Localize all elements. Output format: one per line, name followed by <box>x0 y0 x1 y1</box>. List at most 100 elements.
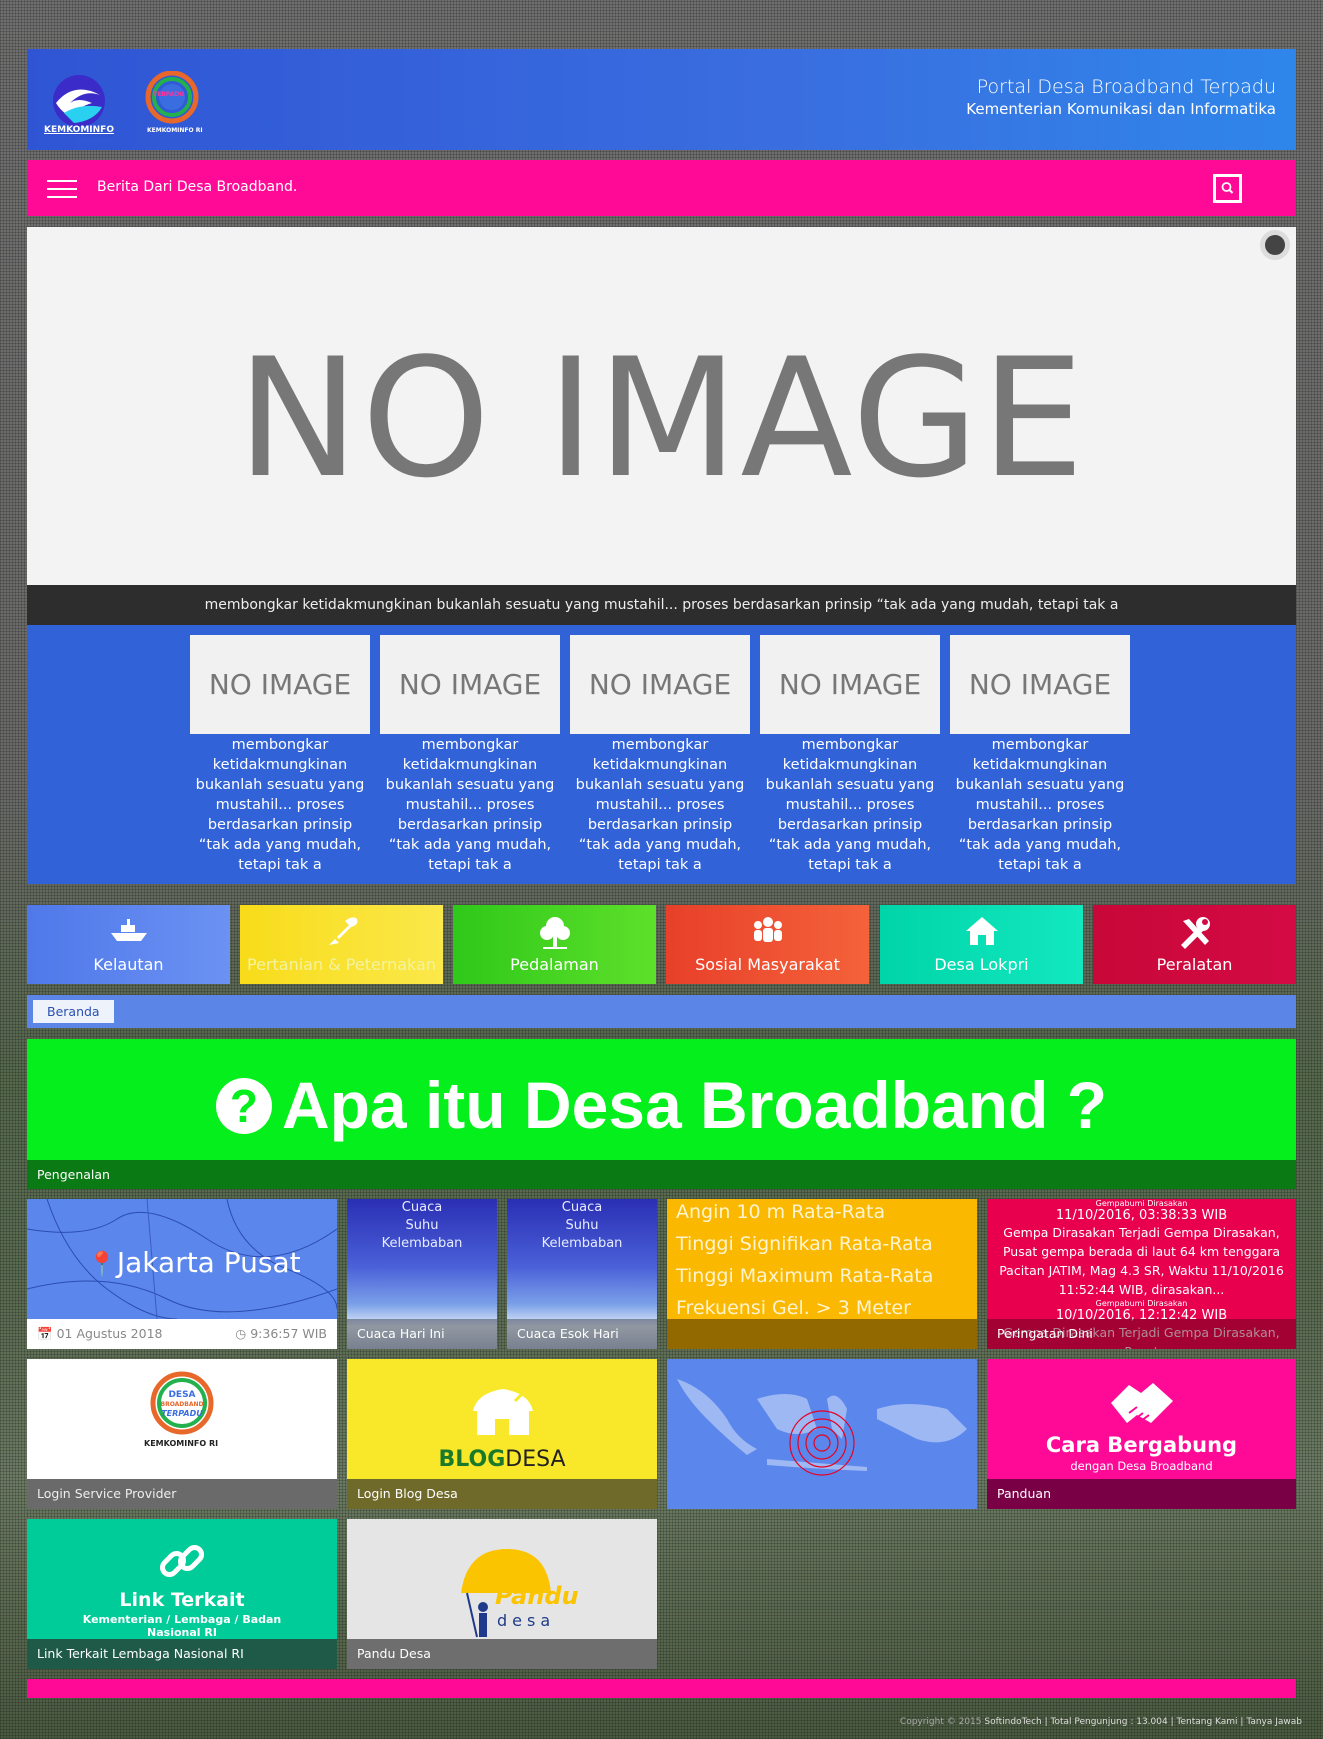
about-link[interactable]: Tentang Kami <box>1176 1717 1237 1727</box>
site-title-block: Portal Desa Broadband Terpadu Kementeria… <box>966 76 1276 118</box>
weather-line: Cuaca <box>401 1200 443 1215</box>
handshake-icon <box>1111 1383 1173 1423</box>
tools-icon <box>1093 915 1296 953</box>
weather-today-tile[interactable]: Cuaca Suhu Kelembaban Cuaca Hari Ini <box>347 1199 497 1349</box>
kominfo-logo[interactable]: KEMKOMINFO <box>44 73 114 137</box>
blog-logo-rest: DESA <box>505 1447 566 1472</box>
wave-line: Tinggi Signifikan Rata-Rata <box>676 1233 933 1255</box>
earthquake-tile[interactable]: Gempabumi Dirasakan 11/10/2016, 03:38:33… <box>987 1199 1296 1349</box>
slider-toggle-icon[interactable] <box>1260 230 1290 260</box>
join-subtitle: dengan Desa Broadband <box>1070 1459 1213 1473</box>
service-provider-tile[interactable]: DESA BROADBAND TERPADU KEMKOMINFO RI Log… <box>27 1359 337 1509</box>
clock-icon: ◷ <box>235 1326 247 1341</box>
tree-icon <box>453 915 656 953</box>
shovel-icon <box>240 915 443 953</box>
hero-caption[interactable]: membongkar ketidakmungkinan bukanlah ses… <box>27 585 1296 625</box>
news-thumb[interactable]: NO IMAGE membongkar ketidakmungkinan buk… <box>570 635 750 875</box>
service-provider-label: Login Service Provider <box>27 1479 337 1509</box>
pandu-logo-text: Pandu <box>495 1582 579 1610</box>
question-circle-icon: ? <box>215 1078 272 1134</box>
news-thumb[interactable]: NO IMAGE membongkar ketidakmungkinan buk… <box>760 635 940 875</box>
category-desa-lokpri[interactable]: Desa Lokpri <box>880 905 1083 984</box>
blog-logo-bold: BLOG <box>438 1447 506 1472</box>
thumb-text: membongkar ketidakmungkinan bukanlah ses… <box>575 737 745 873</box>
logo-line: DESA <box>168 1390 196 1400</box>
people-icon <box>666 915 869 953</box>
terpadu-logo[interactable]: TERPADU KEMKOMINFO RI <box>139 70 205 137</box>
copyright-text: Copyright © 2015 <box>899 1717 982 1727</box>
map-pin-icon: 📍 <box>87 1250 117 1278</box>
site-title: Portal Desa Broadband Terpadu <box>976 76 1276 98</box>
current-time: 9:36:57 WIB <box>250 1326 327 1341</box>
thumb-image-placeholder: NO IMAGE <box>950 635 1130 734</box>
logo-line: TERPADU <box>161 1409 203 1418</box>
links-label: Link Terkait Lembaga Nasional RI <box>27 1639 337 1669</box>
news-ticker[interactable]: Berita Dari Desa Broadband. <box>97 179 297 195</box>
blog-house-icon <box>473 1389 533 1435</box>
search-button[interactable] <box>1213 174 1242 203</box>
desa-broadband-logo-text: DESA BROADBAND TERPADU <box>147 1390 217 1419</box>
join-guide-tile[interactable]: Cara Bergabung dengan Desa Broadband Pan… <box>987 1359 1296 1509</box>
join-title: Cara Bergabung <box>1045 1433 1238 1457</box>
category-label: Sosial Masyarakat <box>695 955 840 974</box>
news-thumb[interactable]: NO IMAGE membongkar ketidakmungkinan buk… <box>950 635 1130 875</box>
weather-labels: Cuaca Suhu Kelembaban <box>507 1199 657 1253</box>
home-icon <box>880 915 1083 953</box>
pandu-desa-tile[interactable]: Pandu desa Pandu Desa <box>347 1519 657 1669</box>
thumb-text: membongkar ketidakmungkinan bukanlah ses… <box>385 737 555 873</box>
weather-line: Suhu <box>565 1218 599 1233</box>
wave-line: Angin 10 m Rata-Rata <box>676 1201 886 1223</box>
earthquake-map-tile[interactable] <box>667 1359 977 1509</box>
weather-line: Suhu <box>405 1218 439 1233</box>
pandu-logo-sub: desa <box>497 1611 556 1630</box>
intro-title-row: ? Apa itu Desa Broadband ? <box>27 1067 1296 1143</box>
quake-body: Gempa Dirasakan Terjadi Gempa Dirasakan,… <box>999 1225 1284 1297</box>
brand-link[interactable]: SoftindoTech <box>984 1717 1041 1727</box>
category-sosial[interactable]: Sosial Masyarakat <box>666 905 869 984</box>
copyright-line: Copyright © 2015 SoftindoTech | Total Pe… <box>899 1717 1302 1727</box>
blog-label: Login Blog Desa <box>347 1479 657 1509</box>
wave-info-tile[interactable]: Angin 10 m Rata-Rata Tinggi Signifikan R… <box>667 1199 977 1349</box>
terpadu-sub: KEMKOMINFO RI <box>147 127 203 134</box>
thumb-image-placeholder: NO IMAGE <box>190 635 370 734</box>
location-footer: 📅 01 Agustus 2018 ◷ 9:36:57 WIB <box>27 1319 337 1349</box>
news-thumbnails: NO IMAGE membongkar ketidakmungkinan buk… <box>27 625 1296 884</box>
ship-icon <box>27 915 230 953</box>
quake-datetime: 11/10/2016, 03:38:33 WIB <box>1055 1208 1228 1223</box>
category-pedalaman[interactable]: Pedalaman <box>453 905 656 984</box>
footer-bar <box>27 1679 1296 1698</box>
location-tile[interactable]: 📍Jakarta Pusat 📅 01 Agustus 2018 ◷ 9:36:… <box>27 1199 337 1349</box>
time-group: ◷ 9:36:57 WIB <box>235 1319 327 1349</box>
related-links-tile[interactable]: Link Terkait Kementerian / Lembaga / Bad… <box>27 1519 337 1669</box>
category-pertanian[interactable]: Pertanian & Peternakan <box>240 905 443 984</box>
thumb-text: membongkar ketidakmungkinan bukanlah ses… <box>765 737 935 873</box>
site-header: KEMKOMINFO TERPADU KEMKOMINFO RI Portal … <box>27 49 1296 150</box>
breadcrumb: Beranda <box>27 995 1296 1028</box>
thumb-text: membongkar ketidakmungkinan bukanlah ses… <box>955 737 1125 873</box>
news-thumb[interactable]: NO IMAGE membongkar ketidakmungkinan buk… <box>190 635 370 875</box>
menu-icon[interactable] <box>47 180 77 198</box>
category-label: Desa Lokpri <box>934 955 1029 974</box>
category-peralatan[interactable]: Peralatan <box>1093 905 1296 984</box>
weather-line: Kelembaban <box>381 1236 463 1251</box>
quake-source-2: Gempabumi Dirasakan <box>1095 1299 1188 1308</box>
news-thumb[interactable]: NO IMAGE membongkar ketidakmungkinan buk… <box>380 635 560 875</box>
breadcrumb-home[interactable]: Beranda <box>33 1000 114 1023</box>
weather-tomorrow-tile[interactable]: Cuaca Suhu Kelembaban Cuaca Esok Hari <box>507 1199 657 1349</box>
intro-banner: ? Apa itu Desa Broadband ? <box>27 1039 1296 1160</box>
thumb-image-placeholder: NO IMAGE <box>380 635 560 734</box>
indonesia-map <box>677 1379 967 1476</box>
links-subtitle: Kementerian / Lembaga / Badan Nasional R… <box>82 1613 282 1639</box>
link-icon <box>159 1544 205 1578</box>
terpadu-label: TERPADU <box>153 91 185 98</box>
blog-desa-tile[interactable]: BLOGDESA Login Blog Desa <box>347 1359 657 1509</box>
weather-today-label: Cuaca Hari Ini <box>347 1319 497 1349</box>
wave-lines: Angin 10 m Rata-Rata Tinggi Signifikan R… <box>676 1199 933 1324</box>
weather-line: Kelembaban <box>541 1236 623 1251</box>
faq-link[interactable]: Tanya Jawab <box>1246 1717 1302 1727</box>
wave-footer <box>667 1319 977 1349</box>
wave-line: Tinggi Maximum Rata-Rata <box>676 1265 934 1287</box>
category-kelautan[interactable]: Kelautan <box>27 905 230 984</box>
hero-slider[interactable]: NO IMAGE <box>27 227 1296 585</box>
weather-labels: Cuaca Suhu Kelembaban <box>347 1199 497 1253</box>
